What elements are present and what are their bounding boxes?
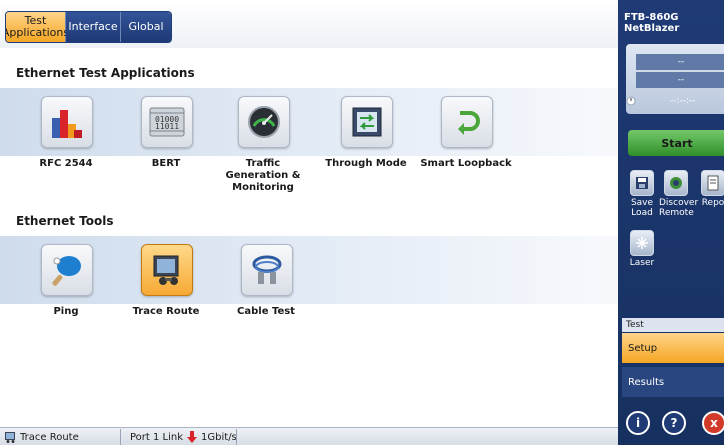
- tab-bar: Test Applications Interface Global: [0, 0, 618, 48]
- tool-trace-route[interactable]: Trace Route: [116, 244, 216, 324]
- laser-icon: [630, 230, 654, 256]
- app-label: Smart Loopback: [420, 158, 512, 169]
- save-icon: [630, 170, 654, 196]
- nav-header: Test: [622, 318, 724, 332]
- tab-interface[interactable]: Interface: [66, 12, 121, 42]
- close-icon: x: [710, 416, 718, 430]
- report-icon: [701, 170, 724, 196]
- clock-value: --:--:--: [670, 96, 696, 106]
- nav-setup[interactable]: Setup: [622, 333, 724, 363]
- tool-cable-test[interactable]: Cable Test: [216, 244, 316, 324]
- link-down-arrow-icon: [187, 431, 198, 443]
- help-button[interactable]: ?: [662, 411, 686, 435]
- info-button[interactable]: i: [626, 411, 650, 435]
- status-app: Trace Route: [4, 430, 79, 444]
- section-title-ethernet-test-applications: Ethernet Test Applications: [16, 66, 195, 80]
- status-bar: Trace Route Port 1 Link 1Gbit/s: [0, 427, 618, 445]
- status-speed: 1Gbit/s: [201, 431, 237, 443]
- info-icon: i: [635, 416, 641, 430]
- product-name: NetBlazer: [624, 23, 680, 34]
- tool-label-1: Discover: [659, 198, 699, 208]
- timer-row-2: --: [636, 72, 724, 88]
- tool-ping[interactable]: Ping: [16, 244, 116, 324]
- tool-label-2: Load: [631, 208, 653, 218]
- loopback-arrow-icon[interactable]: [441, 96, 493, 148]
- cable-icon[interactable]: [241, 244, 293, 296]
- discover-icon: [664, 170, 688, 196]
- tab-test-applications[interactable]: Test Applications: [6, 12, 69, 42]
- clock-row: --:--:--: [626, 96, 696, 106]
- nav-results[interactable]: Results: [622, 367, 724, 397]
- status-separator: [236, 429, 237, 445]
- report-button[interactable]: Repo: [696, 170, 724, 208]
- laser-button[interactable]: Laser: [625, 230, 659, 268]
- tool-label: Cable Test: [237, 306, 295, 317]
- status-separator: [120, 429, 121, 445]
- gauge-icon[interactable]: [238, 96, 290, 148]
- app-rfc2544[interactable]: RFC 2544: [16, 96, 116, 176]
- app-through-mode[interactable]: Through Mode: [316, 96, 416, 176]
- svg-text:11011: 11011: [155, 122, 179, 131]
- side-panel: FTB-860G NetBlazer -- -- --:--:-- Start …: [618, 0, 724, 445]
- app-label: BERT: [151, 158, 181, 169]
- device-model: FTB-860G NetBlazer: [624, 12, 679, 34]
- status-port: Port 1 Link 1Gbit/s: [130, 430, 237, 444]
- tab-group: Test Applications Interface Global: [5, 11, 172, 43]
- tool-label-1: Save: [630, 198, 654, 208]
- tab-global[interactable]: Global: [121, 12, 171, 42]
- tool-label-1: Repo: [701, 198, 724, 208]
- ping-paddle-icon[interactable]: [41, 244, 93, 296]
- status-port-label: Port 1 Link: [130, 431, 184, 443]
- through-mode-icon[interactable]: [341, 96, 393, 148]
- status-app-label: Trace Route: [20, 431, 79, 443]
- app-bert[interactable]: 01000 11011 BERT: [116, 96, 216, 176]
- main-panel: Test Applications Interface Global Ether…: [0, 0, 618, 445]
- discover-remote-button[interactable]: Discover Remote: [659, 170, 699, 218]
- app-smart-loopback[interactable]: Smart Loopback: [416, 96, 516, 176]
- help-icon: ?: [670, 416, 678, 430]
- trace-route-small-icon: [5, 432, 15, 443]
- app-traffic-generation[interactable]: Traffic Generation & Monitoring: [213, 96, 313, 193]
- tool-label-2: Remote: [659, 208, 694, 218]
- model-name: FTB-860G: [624, 12, 679, 23]
- tool-label-1: Laser: [629, 258, 655, 268]
- timer-row-1: --: [636, 54, 724, 70]
- section-title-ethernet-tools: Ethernet Tools: [16, 214, 114, 228]
- bar-chart-icon[interactable]: [41, 96, 93, 148]
- binary-digits-icon[interactable]: 01000 11011: [141, 96, 193, 148]
- stopwatch-icon: [626, 96, 636, 106]
- start-button[interactable]: Start: [628, 130, 724, 156]
- exit-button[interactable]: x: [702, 411, 724, 435]
- trace-route-icon[interactable]: [141, 244, 193, 296]
- save-load-button[interactable]: Save Load: [625, 170, 659, 218]
- app-label: Through Mode: [325, 158, 407, 169]
- tool-label: Ping: [53, 306, 79, 317]
- app-label: Traffic Generation & Monitoring: [225, 158, 301, 193]
- app-label: RFC 2544: [39, 158, 93, 169]
- tool-label: Trace Route: [132, 306, 200, 317]
